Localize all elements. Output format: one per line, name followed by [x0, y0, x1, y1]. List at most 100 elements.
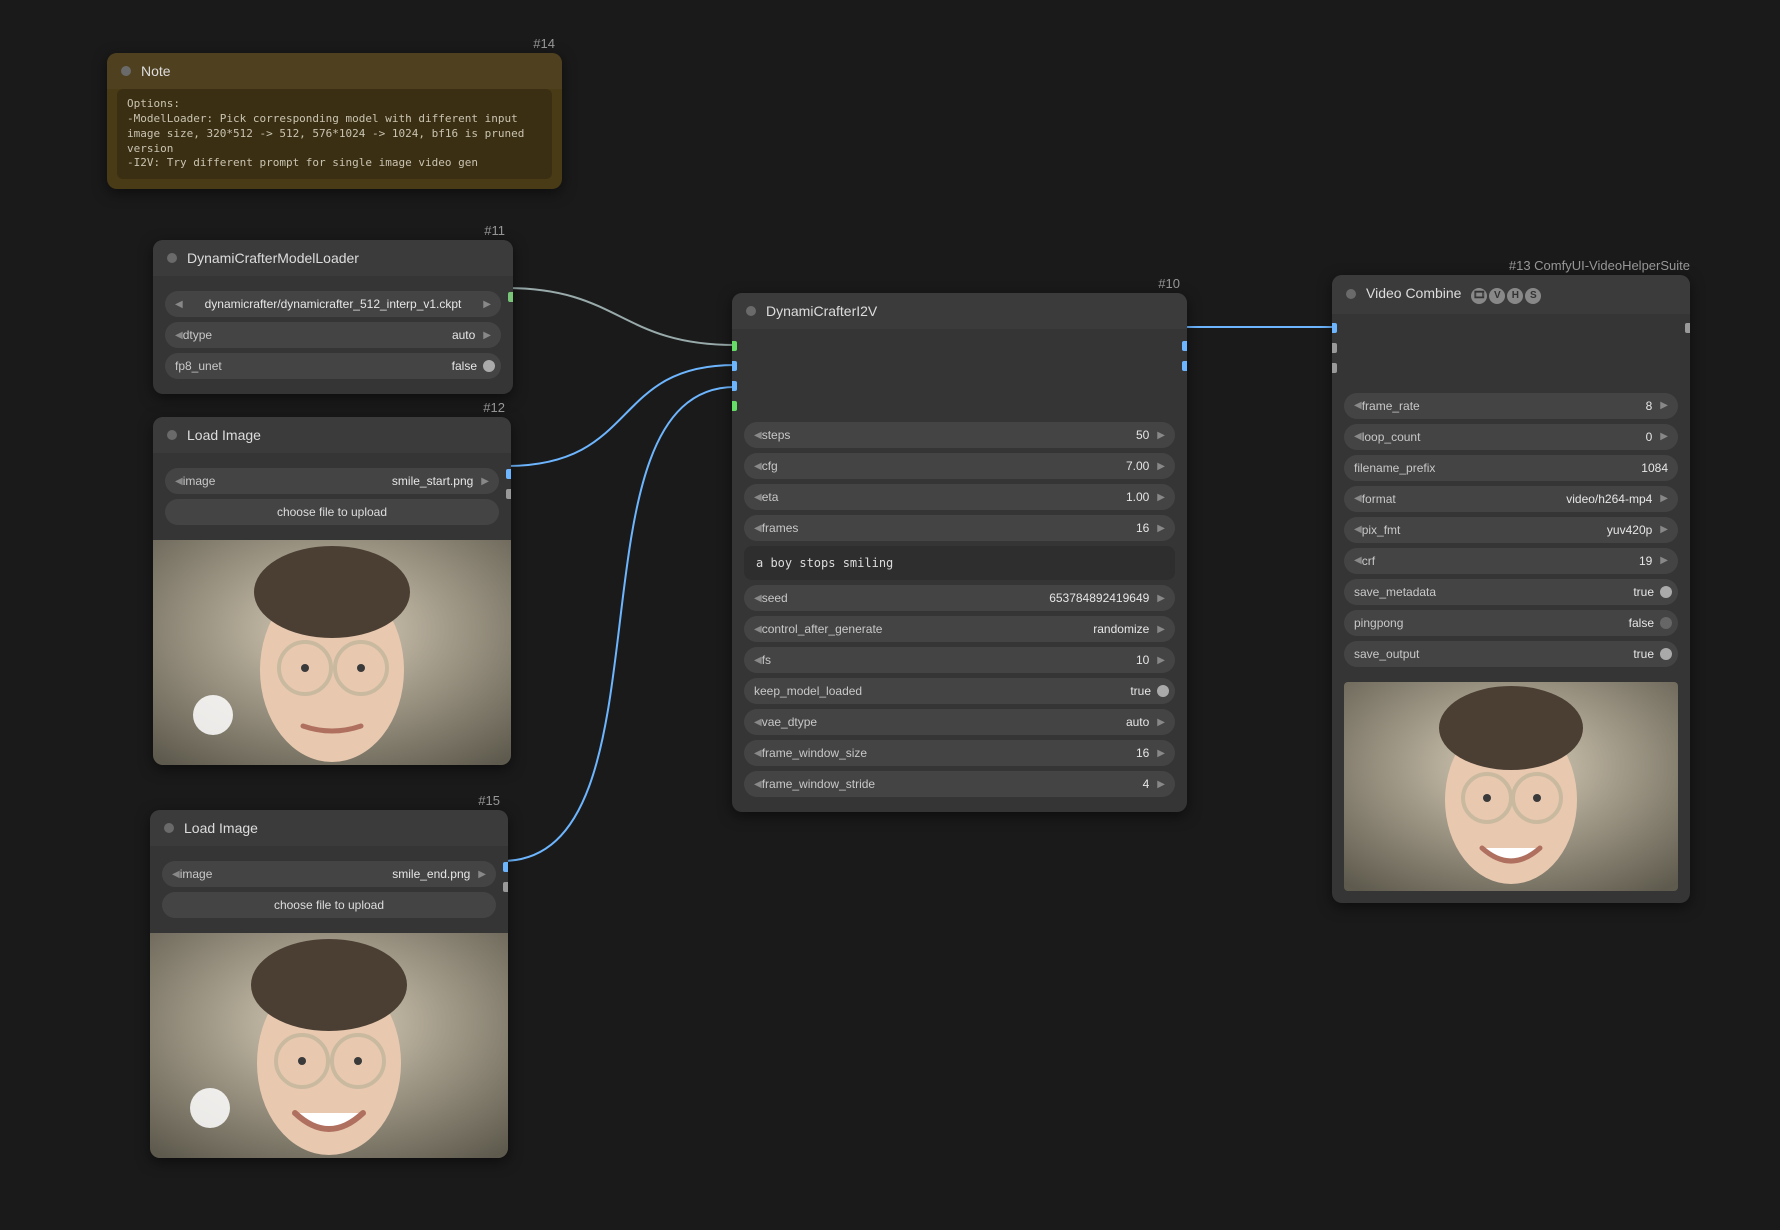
chevron-right-icon[interactable]: ▶: [478, 869, 486, 880]
input-port-meta[interactable]: [1332, 363, 1337, 373]
chevron-right-icon[interactable]: ▶: [1660, 524, 1668, 535]
collapse-dot-icon[interactable]: [746, 306, 756, 316]
chevron-right-icon[interactable]: ▶: [1157, 461, 1165, 472]
collapse-dot-icon[interactable]: [164, 823, 174, 833]
chevron-left-icon[interactable]: ◀: [754, 717, 762, 728]
chevron-left-icon[interactable]: ◀: [1354, 400, 1362, 411]
output-port-mask[interactable]: [503, 882, 508, 892]
model-loader-node[interactable]: DynamiCrafterModelLoader ◀ dynamicrafter…: [153, 240, 513, 394]
chevron-right-icon[interactable]: ▶: [1157, 779, 1165, 790]
chevron-left-icon[interactable]: ◀: [1354, 493, 1362, 504]
pix-fmt-select[interactable]: ◀pix_fmtyuv420p▶: [1344, 517, 1678, 543]
upload-button[interactable]: choose file to upload: [165, 499, 499, 525]
chevron-left-icon[interactable]: ◀: [754, 461, 762, 472]
input-port-image[interactable]: [732, 361, 737, 371]
node-header[interactable]: Load Image: [153, 417, 511, 453]
chevron-right-icon[interactable]: ▶: [1157, 624, 1165, 635]
collapse-dot-icon[interactable]: [167, 430, 177, 440]
format-select[interactable]: ◀formatvideo/h264-mp4▶: [1344, 486, 1678, 512]
prompt-textarea[interactable]: a boy stops smiling: [744, 546, 1175, 580]
chevron-right-icon[interactable]: ▶: [1157, 748, 1165, 759]
chevron-right-icon[interactable]: ▶: [1660, 555, 1668, 566]
chevron-left-icon[interactable]: ◀: [754, 779, 762, 790]
node-header[interactable]: DynamiCrafterModelLoader: [153, 240, 513, 276]
save-metadata-toggle[interactable]: save_metadatatrue: [1344, 579, 1678, 605]
crf-input[interactable]: ◀crf19▶: [1344, 548, 1678, 574]
chevron-right-icon[interactable]: ▶: [1157, 593, 1165, 604]
chevron-left-icon[interactable]: ◀: [1354, 524, 1362, 535]
output-port-latents[interactable]: [1182, 361, 1187, 371]
load-image-node-2[interactable]: Load Image ◀ image smile_end.png ▶ choos…: [150, 810, 508, 1158]
chevron-right-icon[interactable]: ▶: [1157, 430, 1165, 441]
chevron-right-icon[interactable]: ▶: [1660, 400, 1668, 411]
output-port-filenames[interactable]: [1685, 323, 1690, 333]
frame-window-size-input[interactable]: ◀frame_window_size16▶: [744, 740, 1175, 766]
image-select[interactable]: ◀ image smile_start.png ▶: [165, 468, 499, 494]
upload-button[interactable]: choose file to upload: [162, 892, 496, 918]
chevron-left-icon[interactable]: ◀: [754, 492, 762, 503]
i2v-node[interactable]: DynamiCrafterI2V ◀steps50▶ ◀cfg7.00▶ ◀et…: [732, 293, 1187, 812]
chevron-left-icon[interactable]: ◀: [754, 523, 762, 534]
chevron-left-icon[interactable]: ◀: [1354, 431, 1362, 442]
image-select[interactable]: ◀ image smile_end.png ▶: [162, 861, 496, 887]
model-select[interactable]: ◀ dynamicrafter/dynamicrafter_512_interp…: [165, 291, 501, 317]
input-port-model[interactable]: [732, 341, 737, 351]
save-output-toggle[interactable]: save_outputtrue: [1344, 641, 1678, 667]
output-port-mask[interactable]: [506, 489, 511, 499]
chevron-right-icon[interactable]: ▶: [1157, 717, 1165, 728]
chevron-right-icon[interactable]: ▶: [483, 330, 491, 341]
chevron-right-icon[interactable]: ▶: [1157, 492, 1165, 503]
input-port-image2[interactable]: [732, 381, 737, 391]
collapse-dot-icon[interactable]: [167, 253, 177, 263]
load-image-node-1[interactable]: Load Image ◀ image smile_start.png ▶ cho…: [153, 417, 511, 765]
chevron-left-icon[interactable]: ◀: [175, 330, 183, 341]
chevron-left-icon[interactable]: ◀: [754, 655, 762, 666]
output-port-image[interactable]: [506, 469, 511, 479]
chevron-left-icon[interactable]: ◀: [754, 430, 762, 441]
cfg-input[interactable]: ◀cfg7.00▶: [744, 453, 1175, 479]
steps-input[interactable]: ◀steps50▶: [744, 422, 1175, 448]
output-port-image[interactable]: [503, 862, 508, 872]
chevron-right-icon[interactable]: ▶: [1660, 431, 1668, 442]
input-port-audio[interactable]: [1332, 343, 1337, 353]
chevron-left-icon[interactable]: ◀: [1354, 555, 1362, 566]
collapse-dot-icon[interactable]: [1346, 289, 1356, 299]
fs-input[interactable]: ◀fs10▶: [744, 647, 1175, 673]
loop-count-input[interactable]: ◀loop_count0▶: [1344, 424, 1678, 450]
chevron-left-icon[interactable]: ◀: [175, 299, 183, 310]
output-port-model[interactable]: [508, 292, 513, 302]
chevron-left-icon[interactable]: ◀: [754, 624, 762, 635]
note-content[interactable]: Options: -ModelLoader: Pick correspondin…: [117, 89, 552, 179]
chevron-right-icon[interactable]: ▶: [481, 476, 489, 487]
chevron-right-icon[interactable]: ▶: [1157, 523, 1165, 534]
dtype-select[interactable]: ◀ dtype auto ▶: [165, 322, 501, 348]
video-combine-node[interactable]: Video Combine 🎞 V H S ◀frame_rate8▶ ◀loo…: [1332, 275, 1690, 903]
frame-window-stride-input[interactable]: ◀frame_window_stride4▶: [744, 771, 1175, 797]
node-header[interactable]: Load Image: [150, 810, 508, 846]
chevron-left-icon[interactable]: ◀: [175, 476, 183, 487]
chevron-right-icon[interactable]: ▶: [483, 299, 491, 310]
chevron-right-icon[interactable]: ▶: [1157, 655, 1165, 666]
keep-model-loaded-toggle[interactable]: keep_model_loadedtrue: [744, 678, 1175, 704]
node-header[interactable]: DynamiCrafterI2V: [732, 293, 1187, 329]
eta-input[interactable]: ◀eta1.00▶: [744, 484, 1175, 510]
seed-input[interactable]: ◀seed653784892419649▶: [744, 585, 1175, 611]
frames-input[interactable]: ◀frames16▶: [744, 515, 1175, 541]
input-port-images[interactable]: [1332, 323, 1337, 333]
input-port-extra[interactable]: [732, 401, 737, 411]
chevron-left-icon[interactable]: ◀: [754, 593, 762, 604]
chevron-left-icon[interactable]: ◀: [754, 748, 762, 759]
frame-rate-input[interactable]: ◀frame_rate8▶: [1344, 393, 1678, 419]
pingpong-toggle[interactable]: pingpongfalse: [1344, 610, 1678, 636]
vae-dtype-select[interactable]: ◀vae_dtypeauto▶: [744, 709, 1175, 735]
fp8-toggle[interactable]: fp8_unet false: [165, 353, 501, 379]
node-header[interactable]: Note: [107, 53, 562, 89]
output-port-images[interactable]: [1182, 341, 1187, 351]
collapse-dot-icon[interactable]: [121, 66, 131, 76]
note-node[interactable]: Note Options: -ModelLoader: Pick corresp…: [107, 53, 562, 189]
filename-prefix-input[interactable]: filename_prefix1084: [1344, 455, 1678, 481]
chevron-left-icon[interactable]: ◀: [172, 869, 180, 880]
chevron-right-icon[interactable]: ▶: [1660, 493, 1668, 504]
node-header[interactable]: Video Combine 🎞 V H S: [1332, 275, 1690, 314]
control-after-generate-select[interactable]: ◀control_after_generaterandomize▶: [744, 616, 1175, 642]
